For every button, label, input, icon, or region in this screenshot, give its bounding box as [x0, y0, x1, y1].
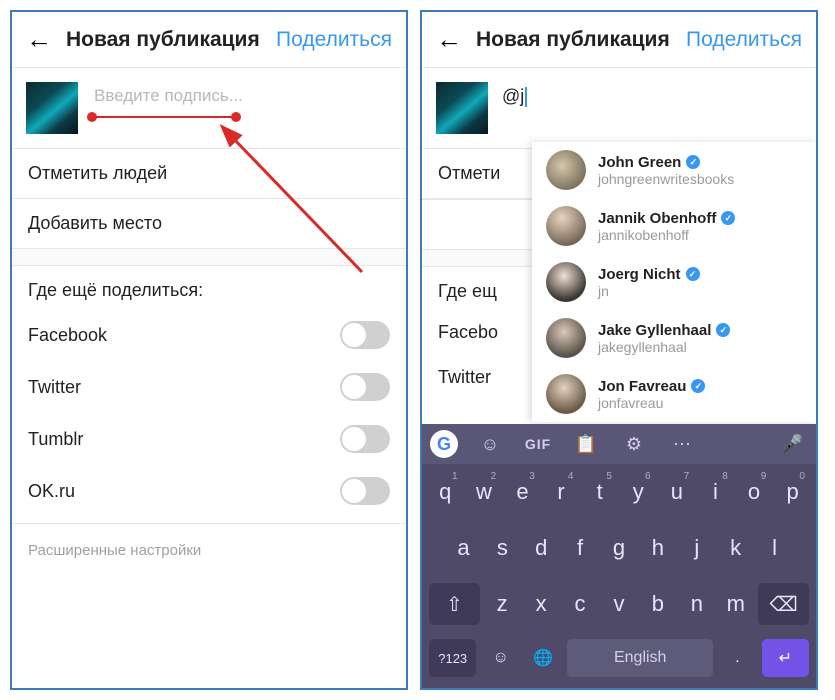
header: ← Новая публикация Поделиться: [422, 12, 816, 68]
text-cursor: [525, 87, 527, 107]
network-label: OK.ru: [28, 481, 340, 502]
share-tumblr-row: Tumblr: [12, 413, 406, 465]
key-p[interactable]: p0: [776, 471, 809, 513]
suggestion-item[interactable]: Jake Gyllenhaal✓ jakegyllenhaal: [532, 310, 816, 366]
key-z[interactable]: z: [486, 583, 519, 625]
share-button[interactable]: Поделиться: [686, 28, 802, 52]
suggestion-item[interactable]: Jannik Obenhoff✓ jannikobenhoff: [532, 198, 816, 254]
key-s[interactable]: s: [486, 527, 519, 569]
tag-people-row[interactable]: Отметить людей: [12, 149, 406, 199]
caption-input[interactable]: [92, 82, 392, 107]
globe-key[interactable]: 🌐: [525, 639, 561, 677]
key-e[interactable]: e3: [506, 471, 539, 513]
backspace-key[interactable]: ⌫: [758, 583, 809, 625]
suggestion-item[interactable]: Joerg Nicht✓ jn: [532, 254, 816, 310]
caption-input[interactable]: @j: [502, 82, 527, 107]
on-screen-keyboard: G ☺ GIF 📋 ⚙ ⋯ 🎤 q1w2e3r4t5y6u7i8o9p0 asd…: [422, 424, 816, 688]
network-label: Twitter: [28, 377, 340, 398]
key-m[interactable]: m: [719, 583, 752, 625]
network-label: Facebook: [28, 325, 340, 346]
keyboard-row-1: q1w2e3r4t5y6u7i8o9p0: [422, 464, 816, 520]
key-d[interactable]: d: [525, 527, 558, 569]
verified-icon: ✓: [721, 211, 735, 225]
avatar: [546, 374, 586, 414]
more-icon[interactable]: ⋯: [666, 434, 698, 455]
google-icon[interactable]: G: [430, 430, 458, 458]
network-label: Tumblr: [28, 429, 340, 450]
also-share-label: Где ещё поделиться:: [12, 266, 406, 309]
numeric-toggle-key[interactable]: ?123: [429, 639, 476, 677]
key-u[interactable]: u7: [661, 471, 694, 513]
gif-icon[interactable]: GIF: [522, 436, 554, 452]
key-b[interactable]: b: [641, 583, 674, 625]
suggestion-item[interactable]: John Green✓ johngreenwritesbooks: [532, 142, 816, 198]
avatar: [546, 206, 586, 246]
key-k[interactable]: k: [719, 527, 752, 569]
share-twitter-row: Twitter: [12, 361, 406, 413]
facebook-toggle[interactable]: [340, 321, 390, 349]
key-x[interactable]: x: [525, 583, 558, 625]
key-r[interactable]: r4: [545, 471, 578, 513]
share-okru-row: OK.ru: [12, 465, 406, 517]
clipboard-icon[interactable]: 📋: [570, 434, 602, 455]
annotation-underline: [92, 116, 236, 118]
avatar: [546, 262, 586, 302]
avatar: [546, 318, 586, 358]
tumblr-toggle[interactable]: [340, 425, 390, 453]
suggestion-item[interactable]: Jon Favreau✓ jonfavreau: [532, 366, 816, 422]
right-screenshot: ← Новая публикация Поделиться @j Отмети …: [420, 10, 818, 690]
spacebar-key[interactable]: English: [567, 639, 713, 677]
okru-toggle[interactable]: [340, 477, 390, 505]
back-arrow-icon[interactable]: ←: [436, 24, 462, 55]
enter-key[interactable]: ↵: [762, 639, 809, 677]
verified-icon: ✓: [686, 155, 700, 169]
key-w[interactable]: w2: [468, 471, 501, 513]
left-screenshot: ← Новая публикация Поделиться Отметить л…: [10, 10, 408, 690]
mic-icon[interactable]: 🎤: [776, 434, 808, 455]
verified-icon: ✓: [691, 379, 705, 393]
advanced-settings[interactable]: Расширенные настройки: [12, 523, 406, 577]
key-t[interactable]: t5: [583, 471, 616, 513]
compose-row: [12, 68, 406, 149]
page-title: Новая публикация: [476, 28, 686, 52]
page-title: Новая публикация: [66, 28, 276, 52]
key-j[interactable]: j: [680, 527, 713, 569]
post-thumbnail[interactable]: [26, 82, 78, 134]
key-g[interactable]: g: [603, 527, 636, 569]
twitter-toggle[interactable]: [340, 373, 390, 401]
add-location-row[interactable]: Добавить место: [12, 199, 406, 249]
emoji-key[interactable]: ☺: [482, 639, 518, 677]
verified-icon: ✓: [686, 267, 700, 281]
share-button[interactable]: Поделиться: [276, 28, 392, 52]
key-a[interactable]: a: [447, 527, 480, 569]
key-q[interactable]: q1: [429, 471, 462, 513]
section-divider: [12, 249, 406, 266]
post-thumbnail[interactable]: [436, 82, 488, 134]
verified-icon: ✓: [716, 323, 730, 337]
mention-suggestions: John Green✓ johngreenwritesbooks Jannik …: [532, 142, 816, 422]
key-y[interactable]: y6: [622, 471, 655, 513]
avatar: [546, 150, 586, 190]
key-h[interactable]: h: [641, 527, 674, 569]
compose-row: @j: [422, 68, 816, 149]
sticker-icon[interactable]: ☺: [474, 434, 506, 455]
keyboard-row-bottom: ?123 ☺ 🌐 English . ↵: [422, 632, 816, 688]
key-c[interactable]: c: [564, 583, 597, 625]
keyboard-row-3: ⇧ zxcvbnm ⌫: [422, 576, 816, 632]
header: ← Новая публикация Поделиться: [12, 12, 406, 68]
keyboard-row-2: asdfghjkl: [422, 520, 816, 576]
key-f[interactable]: f: [564, 527, 597, 569]
shift-key[interactable]: ⇧: [429, 583, 480, 625]
share-facebook-row: Facebook: [12, 309, 406, 361]
back-arrow-icon[interactable]: ←: [26, 24, 52, 55]
settings-icon[interactable]: ⚙: [618, 434, 650, 455]
key-o[interactable]: o9: [738, 471, 771, 513]
period-key[interactable]: .: [719, 639, 755, 677]
key-n[interactable]: n: [680, 583, 713, 625]
keyboard-toolbar: G ☺ GIF 📋 ⚙ ⋯ 🎤: [422, 424, 816, 464]
key-i[interactable]: i8: [699, 471, 732, 513]
key-l[interactable]: l: [758, 527, 791, 569]
key-v[interactable]: v: [603, 583, 636, 625]
